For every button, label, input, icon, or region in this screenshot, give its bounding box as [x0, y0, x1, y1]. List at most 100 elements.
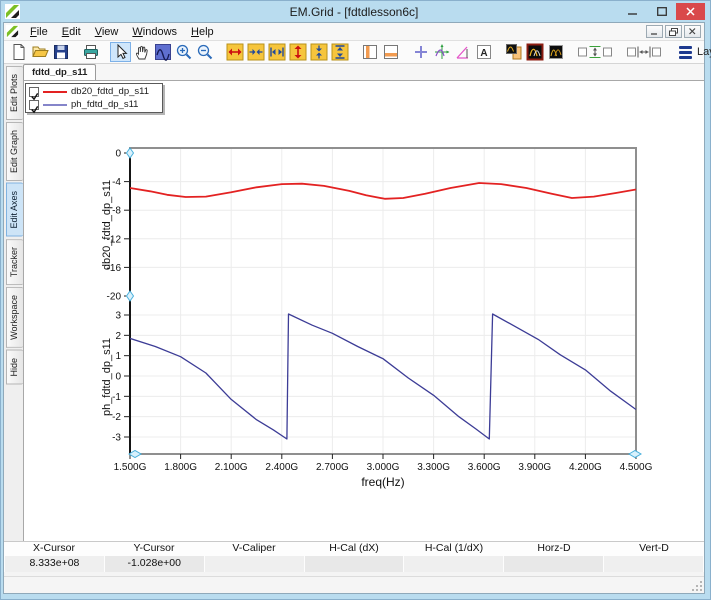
side-tab-tracker[interactable]: Tracker	[6, 239, 23, 285]
legend-checkbox[interactable]	[29, 100, 39, 110]
x-tick-label: 4.500G	[620, 462, 653, 473]
print-button[interactable]	[80, 42, 101, 62]
x-tick-label: 3.000G	[367, 462, 400, 473]
layout-menu-button[interactable]: Layout	[674, 42, 711, 62]
x-tick-label: 3.600G	[468, 462, 501, 473]
readout-header: Horz-D	[504, 542, 604, 556]
add-marker-button[interactable]	[410, 42, 431, 62]
zoom-in-icon	[175, 43, 193, 61]
readout-header: V-Caliper	[204, 542, 304, 556]
new-plot-button[interactable]	[503, 42, 524, 62]
plot-canvas[interactable]: 0-4-8-12-16-203210-1-2-31.500G1.800G2.10…	[24, 81, 704, 541]
x-tick-label: 1.800G	[164, 462, 197, 473]
readout-value: 8.333e+08	[5, 556, 104, 572]
x-tick-label: 3.300G	[417, 462, 450, 473]
legend-label: ph_fdtd_dp_s11	[71, 99, 138, 110]
y-axis-title-ph: ph_fdtd_dp_s11	[101, 338, 113, 416]
readout-header: H-Cal (dX)	[304, 542, 404, 556]
layout-label: Layout	[697, 46, 711, 58]
match-x-scale-icon	[626, 43, 662, 61]
new-plot-icon	[505, 43, 523, 61]
x-tick-label: 2.700G	[316, 462, 349, 473]
document-tab-bar: fdtd_dp_s11	[23, 64, 704, 80]
y-axis-title-db20: db20_fdtd_dp_s11	[101, 180, 113, 270]
readout-value: -1.028e+00	[105, 556, 204, 572]
axis-handle[interactable]	[127, 291, 134, 301]
caliper-button[interactable]	[452, 42, 473, 62]
new-file-icon	[10, 43, 28, 61]
menu-edit[interactable]: Edit	[55, 25, 88, 39]
horizontal-marker-icon	[382, 43, 400, 61]
shrink-x-button[interactable]	[245, 42, 266, 62]
vertical-marker-button[interactable]	[359, 42, 380, 62]
expand-x-button[interactable]	[224, 42, 245, 62]
axis-handle[interactable]	[629, 451, 641, 458]
readout-value	[205, 556, 304, 572]
fit-y-button[interactable]	[329, 42, 350, 62]
menu-help[interactable]: Help	[184, 25, 221, 39]
expand-y-icon	[289, 43, 307, 61]
cursor-readout: X-CursorY-CursorV-CaliperH-Cal (dX)H-Cal…	[4, 541, 704, 572]
x-tick-label: 1.500G	[114, 462, 147, 473]
open-file-button[interactable]	[29, 42, 50, 62]
y-tick-label: 1	[115, 351, 121, 362]
new-file-button[interactable]	[8, 42, 29, 62]
side-tab-edit-plots[interactable]: Edit Plots	[6, 66, 23, 120]
side-tab-workspace[interactable]: Workspace	[6, 287, 23, 348]
y-tick-label: 3	[115, 311, 121, 322]
readout-value	[305, 556, 404, 572]
x-tick-label: 4.200G	[569, 462, 602, 473]
plot-style-overlay-icon	[547, 43, 565, 61]
expand-y-button[interactable]	[287, 42, 308, 62]
y-tick-label: -8	[112, 206, 121, 217]
readout-value	[604, 556, 703, 572]
text-annotation-button[interactable]: A	[473, 42, 494, 62]
document-icon	[6, 25, 19, 38]
save-file-button[interactable]	[50, 42, 71, 62]
readout-header: Y-Cursor	[104, 542, 204, 556]
side-tab-edit-graph[interactable]: Edit Graph	[6, 122, 23, 181]
zoom-in-button[interactable]	[173, 42, 194, 62]
horizontal-marker-button[interactable]	[380, 42, 401, 62]
y-tick-label: -1	[112, 392, 121, 403]
tracker-cursor-icon	[433, 43, 451, 61]
mdi-close-button[interactable]	[684, 25, 701, 38]
fit-x-button[interactable]	[266, 42, 287, 62]
select-pointer-icon	[112, 43, 130, 61]
shrink-y-button[interactable]	[308, 42, 329, 62]
legend-line-sample	[43, 104, 67, 106]
side-tab-hide[interactable]: Hide	[6, 350, 23, 385]
match-x-scale-button[interactable]	[624, 42, 664, 62]
plot-style-overlay-button[interactable]	[545, 42, 566, 62]
axis-handle[interactable]	[127, 148, 134, 158]
menu-windows[interactable]: Windows	[125, 25, 184, 39]
match-y-scale-button[interactable]	[575, 42, 615, 62]
mdi-restore-button[interactable]	[665, 25, 682, 38]
menu-view[interactable]: View	[88, 25, 126, 39]
tracker-cursor-button[interactable]	[431, 42, 452, 62]
resize-grip[interactable]	[691, 580, 703, 592]
tab-fdtd_dp_s11[interactable]: fdtd_dp_s11	[23, 64, 96, 80]
maximize-button[interactable]	[647, 3, 676, 20]
mdi-minimize-button[interactable]	[646, 25, 663, 38]
legend-checkbox[interactable]	[29, 87, 39, 97]
minimize-button[interactable]	[618, 3, 647, 20]
zoom-region-button[interactable]	[152, 42, 173, 62]
x-axis-title: freq(Hz)	[361, 475, 404, 489]
y-tick-label: -3	[112, 432, 121, 443]
zoom-out-button[interactable]	[194, 42, 215, 62]
match-y-scale-icon	[577, 43, 613, 61]
zoom-region-icon	[154, 43, 172, 61]
y-tick-label: -4	[112, 177, 121, 188]
expand-x-icon	[226, 43, 244, 61]
close-button[interactable]	[676, 3, 705, 20]
legend-entry: db20_fdtd_dp_s11	[29, 85, 159, 98]
pan-hand-button[interactable]	[131, 42, 152, 62]
client-area: FileEditViewWindowsHelp ALayout Edit Plo…	[3, 22, 705, 594]
menu-file[interactable]: File	[23, 25, 55, 39]
side-tab-edit-axes[interactable]: Edit Axes	[6, 183, 23, 237]
plot-style-front-button[interactable]	[524, 42, 545, 62]
svg-text:A: A	[480, 48, 487, 59]
fit-y-icon	[331, 43, 349, 61]
select-pointer-button[interactable]	[110, 42, 131, 62]
